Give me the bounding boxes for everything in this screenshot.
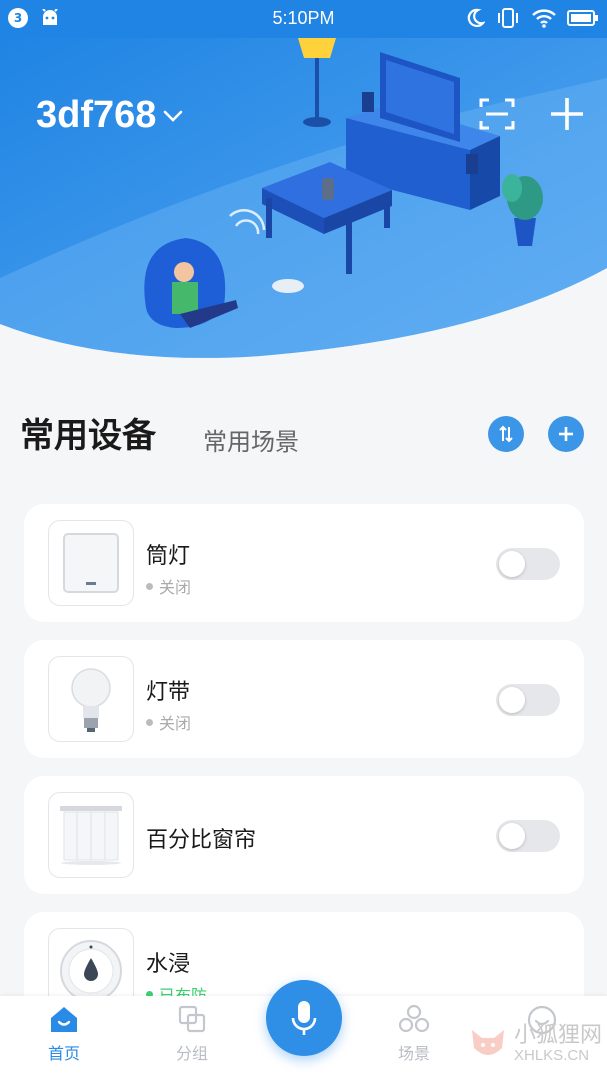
nav-home-label: 首页 — [47, 1044, 80, 1063]
voice-button[interactable] — [266, 980, 342, 1056]
plus-icon — [559, 427, 573, 441]
status-dot — [146, 718, 153, 726]
sort-button[interactable] — [488, 416, 524, 452]
moon-icon — [467, 8, 485, 27]
power-toggle[interactable] — [496, 548, 560, 580]
device-thumbnail — [48, 792, 134, 878]
watermark-en: XHLKS.CN — [514, 1047, 590, 1065]
device-thumbnail — [48, 520, 134, 606]
toggle-knob — [499, 687, 525, 713]
device-thumbnail — [48, 656, 134, 742]
sort-icon — [499, 425, 513, 443]
device-name: 筒灯 — [146, 544, 191, 569]
nav-scene-label: 场景 — [397, 1044, 430, 1063]
downlight-icon — [63, 533, 119, 593]
nav-scene[interactable]: 场景 — [374, 1004, 454, 1064]
home-name: 3df768 — [36, 94, 157, 136]
device-name: 灯带 — [146, 680, 191, 705]
microphone-icon — [291, 1001, 317, 1035]
device-status: 关闭 — [146, 710, 191, 734]
status-bar: 3 5:10PM — [0, 0, 607, 38]
device-name: 水浸 — [146, 952, 191, 977]
scan-icon — [479, 98, 515, 130]
add-common-device-button[interactable] — [548, 416, 584, 452]
nav-home[interactable]: 首页 — [24, 1004, 104, 1064]
hero-banner: 3df768 — [0, 38, 607, 368]
toggle-knob — [499, 551, 525, 577]
tab-common-devices[interactable]: 常用设备 — [20, 408, 156, 457]
living-room-illustration — [0, 38, 607, 358]
toggle-knob — [499, 823, 525, 849]
power-toggle[interactable] — [496, 684, 560, 716]
group-icon — [178, 1005, 206, 1033]
device-status: 关闭 — [146, 574, 191, 598]
device-list: 筒灯 关闭 灯带 关闭 百分比窗帘 水浸 已布防 — [24, 504, 584, 1048]
home-selector[interactable]: 3df768 — [36, 94, 184, 137]
site-watermark: 小狐狸网 XHLKS.CN — [468, 1023, 603, 1065]
curtain-icon — [60, 806, 122, 865]
home-icon — [51, 1007, 77, 1032]
add-device-button[interactable] — [547, 94, 587, 134]
device-name: 百分比窗帘 — [146, 828, 257, 853]
status-dot — [146, 582, 153, 590]
app-screen: 3 5:10PM 3df768 常用设备 常用场景 筒灯 关闭 灯带 关闭 百分… — [0, 0, 607, 1080]
watermark-cn: 小狐狸网 — [514, 1023, 603, 1048]
fox-logo-icon — [472, 1030, 504, 1056]
wifi-icon — [532, 9, 556, 28]
scene-icon — [398, 1004, 430, 1033]
chevron-down-icon — [164, 110, 183, 122]
bulb-icon — [71, 668, 111, 732]
nav-group-label: 分组 — [175, 1044, 208, 1063]
device-card[interactable]: 筒灯 关闭 — [24, 504, 584, 622]
tab-common-scenes[interactable]: 常用场景 — [203, 422, 299, 457]
vibrate-icon — [498, 8, 518, 28]
power-toggle[interactable] — [496, 820, 560, 852]
scan-button[interactable] — [477, 94, 517, 134]
nav-group[interactable]: 分组 — [152, 1004, 232, 1064]
battery-icon — [567, 10, 598, 26]
plus-icon — [551, 98, 583, 130]
device-card[interactable]: 灯带 关闭 — [24, 640, 584, 758]
section-tabs: 常用设备 常用场景 — [20, 408, 587, 468]
device-card[interactable]: 百分比窗帘 — [24, 776, 584, 894]
